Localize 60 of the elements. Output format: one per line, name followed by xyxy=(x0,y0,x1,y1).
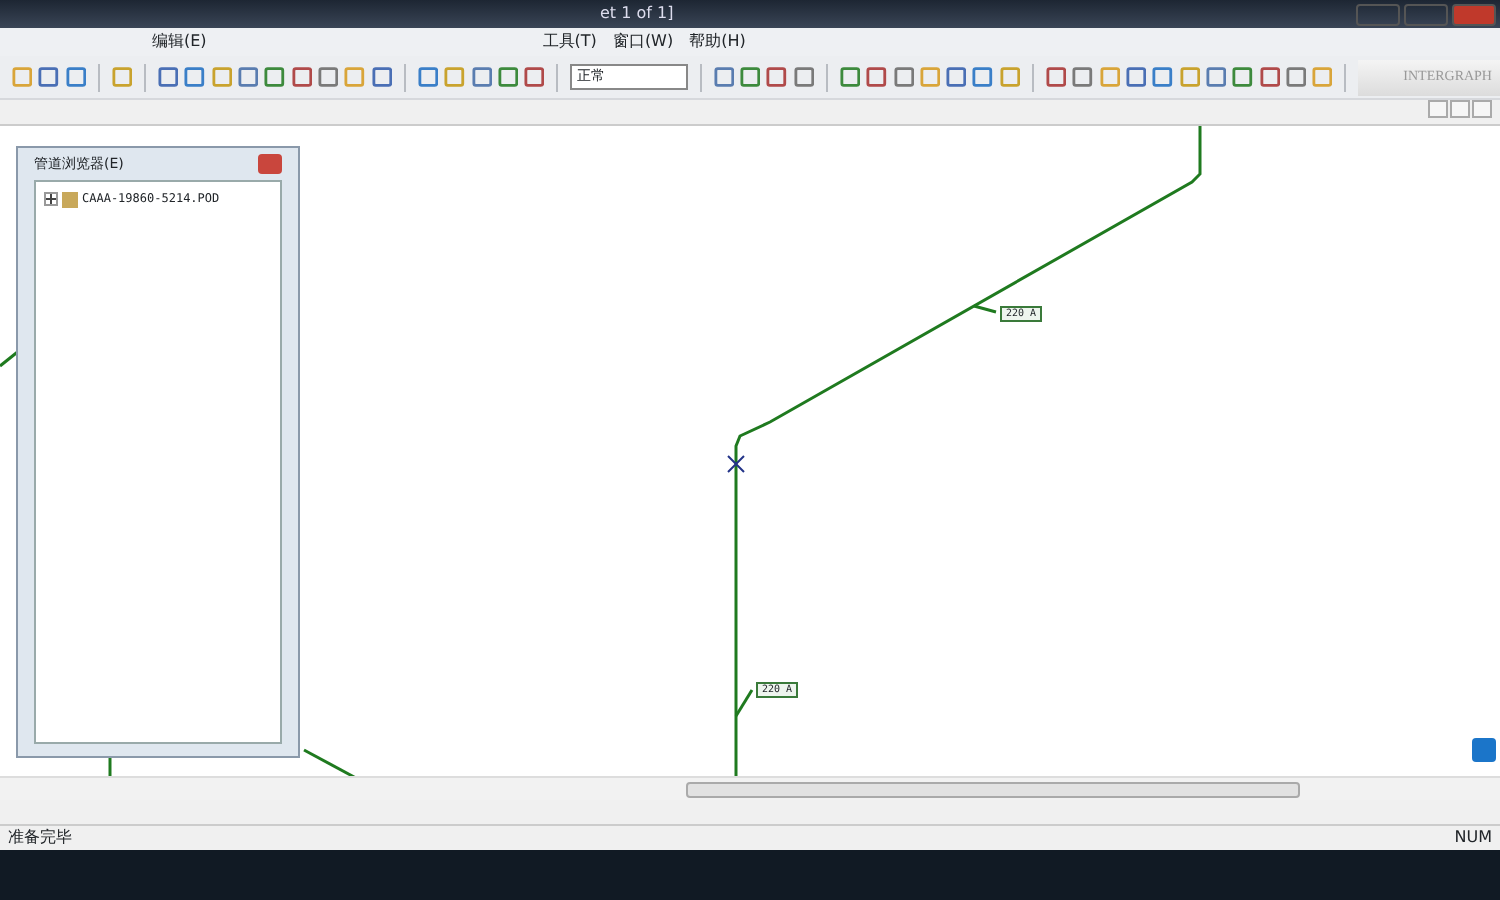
toolbar-icon[interactable] xyxy=(471,67,492,87)
toolbar-icon[interactable] xyxy=(1286,67,1306,87)
menu-item[interactable]: 工具(T) xyxy=(534,30,605,54)
toolbar-icon[interactable] xyxy=(39,67,59,87)
file-icon xyxy=(62,191,78,207)
toolbar-icon[interactable] xyxy=(1259,67,1280,87)
toolbar-icon[interactable] xyxy=(12,67,33,87)
scrollbar-thumb[interactable] xyxy=(686,782,1300,798)
toolbar-icon[interactable] xyxy=(291,67,312,87)
cross-mark-icon xyxy=(727,455,745,473)
close-button[interactable] xyxy=(1452,3,1496,25)
toolbar-icon[interactable] xyxy=(265,67,285,87)
menu-item[interactable]: 窗口(W) xyxy=(604,30,682,54)
restore-button[interactable] xyxy=(1450,100,1470,118)
toolbar-icon[interactable] xyxy=(318,67,339,87)
toolbar-icon[interactable] xyxy=(840,67,860,87)
toolbar-icon[interactable] xyxy=(793,67,814,87)
toolbar-icon[interactable] xyxy=(238,67,259,87)
toolbar-icon[interactable] xyxy=(713,67,734,87)
toolbar-icon[interactable] xyxy=(1312,67,1333,87)
toolbar-icon[interactable] xyxy=(345,67,365,87)
toolbar-icon[interactable] xyxy=(973,67,994,87)
toolbar-icon[interactable] xyxy=(211,67,232,87)
toolbar-icon[interactable] xyxy=(498,67,518,87)
toolbar-icon[interactable] xyxy=(418,67,438,87)
toolbar-icon[interactable] xyxy=(1179,67,1200,87)
menu-item[interactable]: 编辑(E) xyxy=(144,30,215,54)
status-message: 准备完毕 xyxy=(8,826,72,850)
toolbar-icon[interactable] xyxy=(1046,67,1067,87)
app-icon[interactable] xyxy=(1472,738,1496,762)
toolbar-icon[interactable] xyxy=(767,67,787,87)
expand-toggle[interactable] xyxy=(44,192,58,206)
toolbar-icon[interactable] xyxy=(999,67,1020,87)
toolbar-icon[interactable] xyxy=(1152,67,1173,87)
toolbar-icon[interactable] xyxy=(185,67,206,87)
close-button[interactable] xyxy=(1472,100,1492,118)
status-indicator: NUM xyxy=(1454,826,1492,850)
toolbar-icon[interactable] xyxy=(65,67,86,87)
toolbar-icon[interactable] xyxy=(893,67,914,87)
toolbar-icon[interactable] xyxy=(866,67,887,87)
toolbar-icon[interactable] xyxy=(158,67,179,87)
maximize-button[interactable] xyxy=(1404,3,1448,25)
toolbar-icon[interactable] xyxy=(112,67,132,87)
toolbar-icon[interactable] xyxy=(1206,67,1226,87)
toolbar-icon[interactable] xyxy=(1073,67,1093,87)
toolbar-icon[interactable] xyxy=(740,67,761,87)
toolbar-icon[interactable] xyxy=(920,67,940,87)
minimize-button[interactable] xyxy=(1428,100,1448,118)
toolbar-icon[interactable] xyxy=(1126,67,1147,87)
toolbar-icon[interactable] xyxy=(1232,67,1253,87)
toolbar-icon[interactable] xyxy=(524,67,545,87)
toolbar-icon[interactable] xyxy=(946,67,967,87)
window-title: et 1 of 1] xyxy=(600,2,674,26)
toolbar-icon[interactable] xyxy=(1099,67,1120,87)
horizontal-scrollbar[interactable] xyxy=(0,776,1500,800)
menu-item[interactable]: 帮助(H) xyxy=(681,30,754,54)
toolbar-icon[interactable] xyxy=(444,67,465,87)
minimize-button[interactable] xyxy=(1356,3,1400,25)
close-button[interactable] xyxy=(258,154,282,174)
toolbar-icon[interactable] xyxy=(371,67,392,87)
